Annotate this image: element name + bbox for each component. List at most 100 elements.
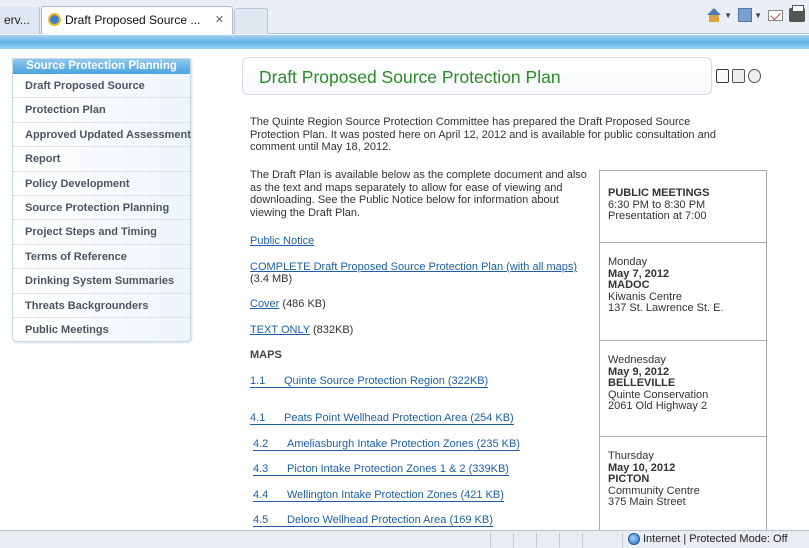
map-link[interactable]: 4.5 Deloro Wellhead Protection Area (169 … xyxy=(253,514,493,527)
status-segment xyxy=(559,533,560,547)
divider xyxy=(600,340,766,341)
sidebar-item-report[interactable]: Report xyxy=(13,147,190,172)
map-number: 4.3 xyxy=(253,463,287,476)
sidebar-item-project-steps[interactable]: Project Steps and Timing xyxy=(13,220,190,245)
sidebar-item-threats[interactable]: Threats Backgrounders xyxy=(13,294,190,318)
status-segment xyxy=(513,533,514,547)
sidebar-nav: Source Protection Planning Draft Propose… xyxy=(12,58,191,342)
zone-label: Internet | Protected Mode: Off xyxy=(643,533,788,545)
page-title: Draft Proposed Source Protection Plan xyxy=(259,67,561,87)
meeting-venue: Community Centre xyxy=(608,484,700,497)
text-only-link[interactable]: TEXT ONLY xyxy=(250,324,310,336)
map-link[interactable]: 4.3 Picton Intake Protection Zones 1 & 2 … xyxy=(253,463,509,476)
status-segment xyxy=(622,533,623,547)
availability-paragraph: The Draft Plan is available below as the… xyxy=(250,169,587,219)
meetings-header: PUBLIC MEETINGS 6:30 PM to 8:30 PM Prese… xyxy=(608,187,710,223)
print-icon[interactable] xyxy=(732,69,745,83)
ie-logo-icon xyxy=(48,13,61,26)
meeting-town: PICTON xyxy=(608,473,650,485)
sidebar-item-drinking-system[interactable]: Drinking System Summaries xyxy=(13,269,190,294)
map-title: Quinte Source Protection Region (322KB) xyxy=(284,375,489,388)
meeting-venue: Quinte Conservation xyxy=(608,388,709,401)
mail-button[interactable] xyxy=(768,9,783,21)
meeting-address: 2061 Old Highway 2 xyxy=(608,400,708,412)
sidebar-item-protection-plan[interactable]: Protection Plan xyxy=(13,98,190,123)
map-number: 1.1 xyxy=(250,375,284,388)
sidebar-item-draft-proposed[interactable]: Draft Proposed Source xyxy=(13,74,190,99)
print-button[interactable] xyxy=(789,5,805,22)
divider xyxy=(600,242,766,243)
meeting-day: Thursday xyxy=(608,450,654,462)
meeting-town: BELLEVILLE xyxy=(608,377,676,389)
complete-plan-link[interactable]: COMPLETE Draft Proposed Source Protectio… xyxy=(250,261,577,273)
map-title: Wellington Intake Protection Zones (421 … xyxy=(287,489,504,502)
map-title: Ameliasburgh Intake Protection Zones (23… xyxy=(287,438,520,451)
feeds-button[interactable]: ▼ xyxy=(738,8,762,22)
status-segment xyxy=(536,533,537,547)
meeting-venue: Kiwanis Centre xyxy=(608,290,682,303)
meeting-entry: Thursday May 10, 2012 PICTON Community C… xyxy=(608,450,700,509)
meeting-date: May 7, 2012 xyxy=(608,267,670,280)
mail-icon xyxy=(768,9,783,21)
home-icon xyxy=(706,8,722,22)
email-icon[interactable] xyxy=(748,69,761,83)
map-number: 4.4 xyxy=(253,489,287,502)
sidebar-item-source-protection-planning[interactable]: Source Protection Planning xyxy=(13,196,190,221)
sidebar-heading: Source Protection Planning xyxy=(13,59,190,74)
page-tools xyxy=(716,69,761,83)
complete-plan-size: (3.4 MB) xyxy=(250,273,293,285)
meetings-time: 6:30 PM to 8:30 PM xyxy=(608,198,706,211)
meeting-town: MADOC xyxy=(608,279,650,291)
map-link[interactable]: 4.2 Ameliasburgh Intake Protection Zones … xyxy=(253,438,520,451)
meeting-entry: Wednesday May 9, 2012 BELLEVILLE Quinte … xyxy=(608,354,709,413)
meeting-date: May 10, 2012 xyxy=(608,461,676,474)
text-only-size: (832KB) xyxy=(309,324,354,336)
status-segment xyxy=(490,533,491,547)
public-meetings-panel: PUBLIC MEETINGS 6:30 PM to 8:30 PM Prese… xyxy=(599,170,767,530)
map-number: 4.1 xyxy=(250,412,284,425)
map-title: Deloro Wellhead Protection Area (169 KB) xyxy=(287,514,493,527)
map-link[interactable]: 4.4 Wellington Intake Protection Zones (4… xyxy=(253,489,504,502)
sidebar-item-public-meetings[interactable]: Public Meetings xyxy=(13,318,190,342)
meetings-heading: PUBLIC MEETINGS xyxy=(608,187,710,199)
maps-heading: MAPS xyxy=(250,349,282,361)
status-segment xyxy=(582,533,583,547)
map-title: Picton Intake Protection Zones 1 & 2 (33… xyxy=(287,463,509,476)
command-bar: ▼ ▼ xyxy=(706,5,805,22)
chevron-down-icon[interactable]: ▼ xyxy=(724,11,732,20)
meeting-date: May 9, 2012 xyxy=(608,365,670,378)
site-banner xyxy=(0,35,809,49)
home-button[interactable]: ▼ xyxy=(706,8,732,22)
security-zone[interactable]: Internet | Protected Mode: Off xyxy=(628,533,788,545)
meeting-day: Wednesday xyxy=(608,354,666,366)
title-box: Draft Proposed Source Protection Plan xyxy=(242,57,712,95)
cover-link[interactable]: Cover xyxy=(250,298,279,310)
meeting-address: 137 St. Lawrence St. E. xyxy=(608,302,724,314)
tab-active[interactable]: Draft Proposed Source ... ✕ xyxy=(41,6,233,34)
divider xyxy=(600,436,766,437)
tab-active-label: Draft Proposed Source ... xyxy=(65,13,201,27)
map-link[interactable]: 4.1 Peats Point Wellhead Protection Area … xyxy=(250,412,514,425)
map-number: 4.2 xyxy=(253,438,287,451)
feed-icon xyxy=(738,8,753,22)
status-bar: Internet | Protected Mode: Off xyxy=(0,530,809,548)
meeting-day: Monday xyxy=(608,256,648,268)
meetings-presentation: Presentation at 7:00 xyxy=(608,210,707,222)
public-notice-link[interactable]: Public Notice xyxy=(250,235,314,247)
sidebar-item-policy-development[interactable]: Policy Development xyxy=(13,172,190,196)
sidebar-item-terms-of-reference[interactable]: Terms of Reference xyxy=(13,245,190,270)
close-icon[interactable]: ✕ xyxy=(215,13,224,26)
new-tab-button[interactable] xyxy=(234,8,268,34)
pdf-icon[interactable] xyxy=(716,69,729,83)
map-link[interactable]: 1.1 Quinte Source Protection Region (322K… xyxy=(250,375,489,388)
cover-size: (486 KB) xyxy=(279,298,326,310)
map-number: 4.5 xyxy=(253,514,287,527)
globe-icon xyxy=(628,533,640,545)
meeting-entry: Monday May 7, 2012 MADOC Kiwanis Centre … xyxy=(608,256,724,315)
intro-paragraph: The Quinte Region Source Protection Comm… xyxy=(250,116,716,153)
tab-previous[interactable]: erv... xyxy=(0,7,40,34)
chevron-down-icon[interactable]: ▼ xyxy=(754,11,762,20)
browser-tab-strip: erv... Draft Proposed Source ... ✕ ▼ ▼ xyxy=(0,0,809,34)
sidebar-item-approved-assessment[interactable]: Approved Updated Assessment xyxy=(13,123,191,148)
meeting-address: 375 Main Street xyxy=(608,496,686,508)
